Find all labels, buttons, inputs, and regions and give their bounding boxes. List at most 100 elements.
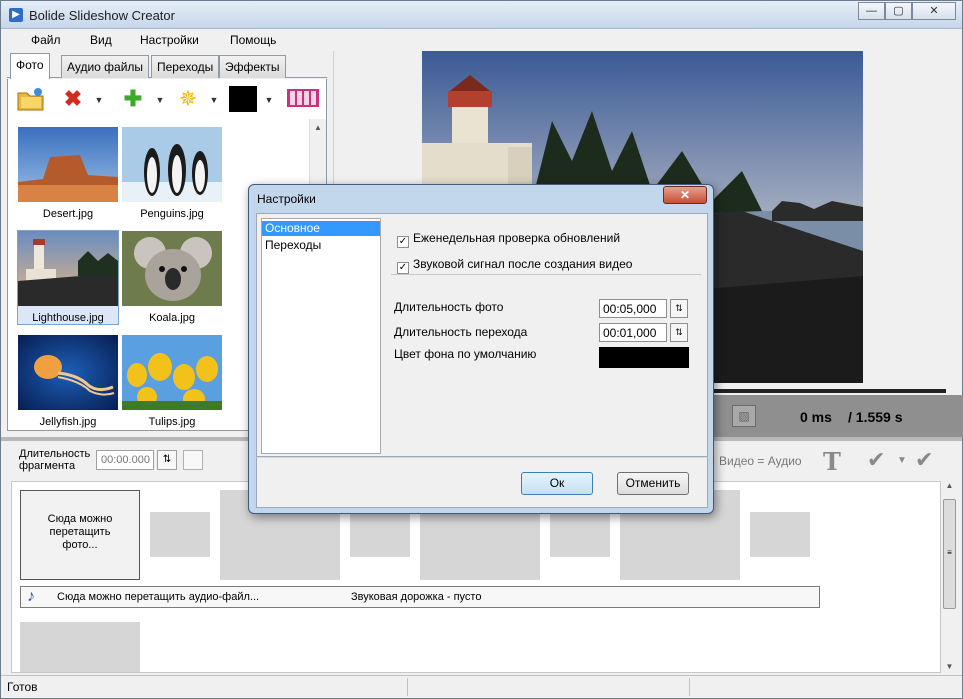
- tulips-image: [122, 335, 222, 410]
- menu-help[interactable]: Помощь: [230, 33, 276, 47]
- timeline-scrollbar[interactable]: ▲ ≡ ▼: [941, 481, 958, 673]
- audio-drop-text: Сюда можно перетащить аудио-файл...: [57, 591, 260, 603]
- category-transitions[interactable]: Переходы: [262, 238, 380, 253]
- scroll-down-icon[interactable]: ▼: [941, 662, 958, 671]
- checkbox-checked-icon[interactable]: ✓: [397, 236, 409, 248]
- time-current: 0 ms: [800, 409, 832, 425]
- photo-slot[interactable]: [20, 622, 140, 672]
- photo-thumb-desert[interactable]: Desert.jpg: [18, 127, 118, 220]
- photo-thumb-koala[interactable]: Koala.jpg: [122, 231, 222, 324]
- menu-settings[interactable]: Настройки: [140, 33, 199, 47]
- tab-transitions[interactable]: Переходы: [151, 55, 220, 78]
- photo-caption: Koala.jpg: [149, 312, 195, 324]
- fragment-label-line1: Длительность: [19, 448, 91, 460]
- window-controls: — ▢ ✕: [858, 2, 956, 20]
- transition-slot[interactable]: [750, 512, 810, 557]
- media-toolbar: ✖ ▼ ✚ ▼ ✵ ▼ ▼: [7, 79, 327, 119]
- fragment-apply-button[interactable]: [183, 450, 203, 470]
- status-bar: Готов: [1, 675, 962, 698]
- ok-button[interactable]: Ок: [521, 472, 593, 495]
- color-dropdown-icon[interactable]: ▼: [264, 95, 274, 105]
- tab-effects[interactable]: Эффекты: [219, 55, 286, 78]
- tab-audio[interactable]: Аудио файлы: [61, 55, 150, 78]
- transition-slot[interactable]: [150, 512, 210, 557]
- category-general[interactable]: Основное: [262, 221, 380, 236]
- photo-thumb-penguins[interactable]: Penguins.jpg: [122, 127, 222, 220]
- effects-dropdown-icon[interactable]: ▼: [209, 95, 219, 105]
- drop-photo-line1: Сюда можно: [47, 513, 113, 525]
- photo-duration-spin-icon[interactable]: ⇅: [670, 299, 688, 318]
- film-strip-icon[interactable]: [286, 85, 319, 113]
- menu-file[interactable]: Файл: [31, 33, 61, 47]
- fragment-duration-label: Длительность фрагмента: [19, 448, 90, 472]
- scroll-up-icon[interactable]: ▲: [310, 119, 326, 136]
- jellyfish-image: [18, 335, 118, 410]
- option-label: Еженедельная проверка обновлений: [413, 231, 621, 245]
- menu-view[interactable]: Вид: [90, 33, 112, 47]
- fragment-duration-input[interactable]: 00:00.000: [96, 450, 154, 470]
- film-icon: ▶: [9, 8, 23, 22]
- transition-duration-input[interactable]: 00:01,000: [599, 323, 667, 342]
- drop-photo-line3: фото...: [62, 539, 98, 551]
- photo-thumb-lighthouse[interactable]: Lighthouse.jpg: [17, 230, 119, 325]
- photo-caption: Lighthouse.jpg: [32, 312, 104, 324]
- add-dropdown-icon[interactable]: ▼: [155, 95, 165, 105]
- drop-photo-line2: перетащить: [49, 526, 111, 538]
- check-all-icon[interactable]: ✔: [915, 447, 933, 473]
- status-divider: [407, 678, 408, 696]
- checkbox-checked-icon[interactable]: ✓: [397, 262, 409, 274]
- sound-signal-option[interactable]: ✓ Звуковой сигнал после создания видео: [397, 257, 632, 274]
- check-dropdown-icon[interactable]: ▼: [897, 455, 907, 466]
- settings-category-list: Основное Переходы: [261, 218, 381, 454]
- open-folder-icon[interactable]: [16, 85, 46, 113]
- fragment-spin-icon[interactable]: ⇅: [157, 450, 177, 470]
- penguins-image: [122, 127, 222, 202]
- transition-duration-spin-icon[interactable]: ⇅: [670, 323, 688, 342]
- delete-icon[interactable]: ✖: [58, 85, 88, 113]
- weekly-update-option[interactable]: ✓ Еженедельная проверка обновлений: [397, 231, 620, 248]
- play-icon[interactable]: ▨: [732, 405, 756, 427]
- option-label: Звуковой сигнал после создания видео: [413, 257, 633, 271]
- transition-duration-label: Длительность перехода: [394, 325, 528, 339]
- lighthouse-image: [18, 231, 118, 306]
- photo-caption: Jellyfish.jpg: [39, 416, 97, 428]
- photo-duration-input[interactable]: 00:05,000: [599, 299, 667, 318]
- transition-slot[interactable]: [550, 512, 610, 557]
- scroll-up-icon[interactable]: ▲: [941, 481, 958, 495]
- scroll-thumb[interactable]: ≡: [943, 499, 956, 609]
- check-icon[interactable]: ✔: [867, 447, 885, 473]
- media-tabs: Фото Аудио файлы Переходы Эффекты: [7, 53, 327, 79]
- close-button[interactable]: ✕: [912, 2, 956, 20]
- photo-caption: Penguins.jpg: [140, 208, 204, 220]
- photo-duration-label: Длительность фото: [394, 300, 504, 314]
- video-audio-label[interactable]: Видео = Аудио: [719, 454, 802, 468]
- photo-caption: Desert.jpg: [42, 208, 94, 220]
- dialog-close-button[interactable]: ✕: [663, 186, 707, 204]
- photo-thumb-tulips[interactable]: Tulips.jpg: [122, 335, 222, 428]
- tab-photos[interactable]: Фото: [10, 53, 50, 79]
- koala-image: [122, 231, 222, 306]
- dialog-footer: Ок Отменить: [256, 457, 708, 508]
- audio-track[interactable]: ♪ Сюда можно перетащить аудио-файл... Зв…: [20, 586, 820, 608]
- bg-color-picker[interactable]: [599, 347, 689, 368]
- effects-star-icon[interactable]: ✵: [173, 85, 203, 113]
- cancel-button[interactable]: Отменить: [617, 472, 689, 495]
- color-swatch-icon[interactable]: [229, 86, 257, 112]
- delete-dropdown-icon[interactable]: ▼: [94, 95, 104, 105]
- title-bar[interactable]: ▶ Bolide Slideshow Creator — ▢ ✕: [1, 1, 962, 29]
- settings-dialog: Настройки ✕ Основное Переходы ✓ Еженедель…: [248, 184, 714, 514]
- text-icon[interactable]: T: [823, 447, 841, 476]
- fragment-label-line2: фрагмента: [19, 460, 76, 472]
- transition-slot[interactable]: [350, 512, 410, 557]
- minimize-button[interactable]: —: [858, 2, 885, 20]
- photo-caption: Tulips.jpg: [148, 416, 196, 428]
- maximize-button[interactable]: ▢: [885, 2, 912, 20]
- music-note-icon: ♪: [27, 588, 35, 605]
- menu-bar: Файл Вид Настройки Помощь: [1, 29, 962, 51]
- window-title: Bolide Slideshow Creator: [29, 8, 175, 23]
- status-divider: [689, 678, 690, 696]
- add-icon[interactable]: ✚: [118, 85, 148, 113]
- dialog-body: Основное Переходы ✓ Еженедельная проверка…: [256, 213, 708, 457]
- photo-drop-zone[interactable]: Сюда можно перетащить фото...: [20, 490, 140, 580]
- photo-thumb-jellyfish[interactable]: Jellyfish.jpg: [18, 335, 118, 428]
